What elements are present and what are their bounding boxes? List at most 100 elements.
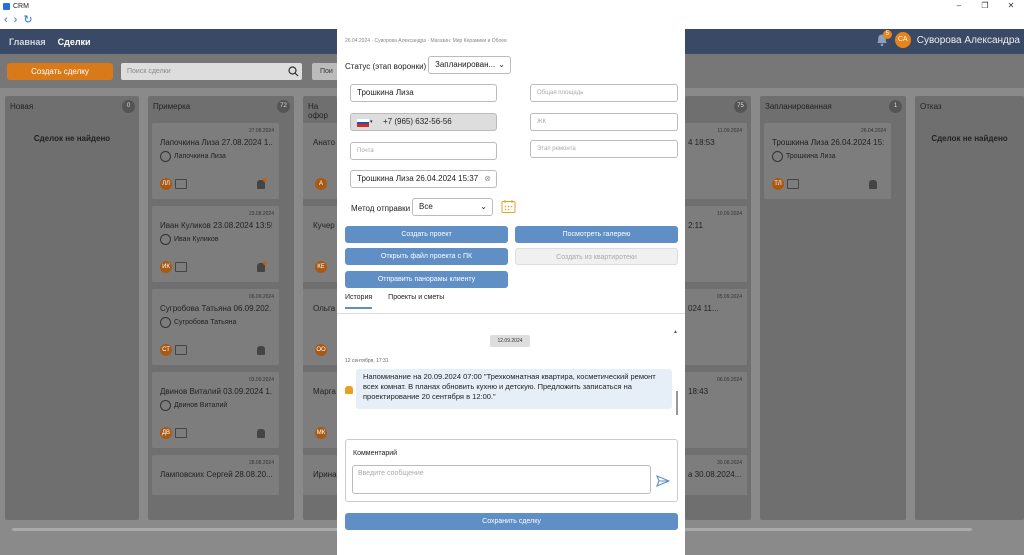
user-name[interactable]: Суворова Александра <box>917 35 1020 46</box>
card-title: 024 11... <box>688 304 719 313</box>
card-title: Марга <box>313 387 336 396</box>
deal-card[interactable]: 05.09.2024 024 11... <box>685 289 747 365</box>
nav-deals[interactable]: Сделки <box>58 37 91 47</box>
deal-card[interactable]: 11.09.2024 4 18:53 <box>685 123 747 199</box>
deal-card[interactable]: Кучер КЕ <box>303 206 337 282</box>
tab-history[interactable]: История <box>345 294 373 309</box>
phone-field[interactable]: ▾ +7 (965) 632-56-56 <box>350 113 497 131</box>
card-title: Лапочкина Лиза 27.08.2024 1... <box>160 138 272 147</box>
comment-input[interactable]: Введите сообщение <box>352 465 651 494</box>
search-input[interactable]: Поиск сделки <box>121 63 302 80</box>
column-title: Отказ <box>920 102 942 111</box>
repair-stage-field[interactable]: Этап ремонта <box>530 140 678 158</box>
complex-field[interactable]: ЖК <box>530 113 678 131</box>
card-avatar: А <box>315 178 327 190</box>
person-icon <box>160 151 171 162</box>
calendar-icon[interactable] <box>501 199 516 214</box>
deal-card[interactable]: 06.09.2024 18:43 <box>685 372 747 448</box>
phone-value: +7 (965) 632-56-56 <box>383 117 452 126</box>
person-icon <box>160 317 171 328</box>
send-icon[interactable] <box>656 474 670 488</box>
message-timestamp: 12 сентября, 17:31 <box>345 358 389 364</box>
deal-card[interactable]: 27.08.2024 Лапочкина Лиза 27.08.2024 1..… <box>152 123 279 199</box>
create-project-button[interactable]: Создать проект <box>345 226 508 243</box>
notifications-bell-icon[interactable]: 5 <box>875 30 892 47</box>
window-controls: – ❐ ✕ <box>946 0 1024 12</box>
deal-card[interactable]: 28.08.2024 Ламповских Сергей 28.08.20... <box>152 455 279 495</box>
card-date: 26.04.2024 <box>860 128 886 134</box>
card-date: 10.09.2024 <box>716 211 742 217</box>
person-icon <box>772 151 783 162</box>
deal-card[interactable]: Анато А <box>303 123 337 199</box>
deal-card[interactable]: 30.08.2024 а 30.08.2024... <box>685 455 747 495</box>
send-method-select[interactable]: Все ⌄ <box>412 198 493 216</box>
chat-icon[interactable] <box>175 262 187 272</box>
tab-projects[interactable]: Проекты и сметы <box>388 294 444 309</box>
notifications-count: 5 <box>882 30 892 39</box>
nav-home[interactable]: Главная <box>9 37 46 47</box>
bell-icon[interactable] <box>257 429 265 438</box>
app-icon <box>3 2 10 10</box>
chat-icon[interactable] <box>175 179 187 189</box>
bell-icon[interactable] <box>257 261 267 272</box>
deal-card[interactable]: 06.09.2024 Сугробова Татьяна 06.09.202..… <box>152 289 279 365</box>
search-icon[interactable] <box>288 66 299 77</box>
window-title: CRM <box>13 2 29 10</box>
card-title: Анато <box>313 138 336 147</box>
deal-card[interactable]: Ольга ОО <box>303 289 337 365</box>
user-avatar[interactable]: СА <box>894 32 911 48</box>
deal-card[interactable]: Ирина <box>303 455 337 495</box>
bell-icon[interactable] <box>257 346 265 355</box>
save-deal-button[interactable]: Сохранить сделку <box>345 513 678 530</box>
email-field[interactable]: Почта <box>350 142 497 160</box>
card-date: 11.09.2024 <box>717 128 742 134</box>
area-field[interactable]: Общая площадь <box>530 84 678 102</box>
deal-card[interactable]: Марга МК <box>303 372 337 448</box>
reminder-bell-icon <box>345 386 353 394</box>
card-person: Сугробова Татьяна <box>160 317 236 328</box>
search-button[interactable]: Пои <box>312 63 338 80</box>
card-title: а 30.08.2024... <box>688 470 742 479</box>
view-gallery-button[interactable]: Посмотреть галерею <box>515 226 678 243</box>
card-title: 4 18:53 <box>688 138 715 147</box>
bell-icon[interactable] <box>257 178 267 189</box>
card-date: 05.09.2024 <box>716 294 742 300</box>
create-deal-button[interactable]: Создать сделку <box>7 63 113 80</box>
clear-icon[interactable]: ⊗ <box>484 171 491 187</box>
column-count: 1 <box>889 100 902 113</box>
bell-icon[interactable] <box>869 180 877 189</box>
deal-card[interactable]: 03.09.2024 Двинов Виталий 03.09.2024 1..… <box>152 372 279 448</box>
card-date: 23.08.2024 <box>248 211 274 217</box>
column-fitting: Примерка 72 27.08.2024 Лапочкина Лиза 27… <box>148 96 294 520</box>
card-title: Ольга <box>313 304 336 313</box>
modal-tabs: История Проекты и сметы <box>345 294 444 309</box>
column-title: Примерка <box>153 102 191 111</box>
deal-card[interactable]: 26.04.2024 Трошкина Лиза 26.04.2024 15:.… <box>764 123 891 199</box>
chat-icon[interactable] <box>175 428 187 438</box>
restore-icon[interactable]: ❐ <box>972 0 998 12</box>
minimize-icon[interactable]: – <box>946 0 972 12</box>
person-name: Двинов Виталий <box>174 402 228 409</box>
deal-card[interactable]: 10.09.2024 2:11 <box>685 206 747 282</box>
send-method-value: Все <box>419 202 433 211</box>
chat-icon[interactable] <box>787 179 799 189</box>
deal-name-field[interactable]: Трошкина Лиза 26.04.2024 15:37 ⊗ <box>350 170 497 188</box>
deal-card[interactable]: 23.08.2024 Иван Куликов 23.08.2024 13:55… <box>152 206 279 282</box>
open-pc-file-button[interactable]: Открыть файл проекта с ПК <box>345 248 508 265</box>
close-icon[interactable]: ✕ <box>998 0 1024 12</box>
scroll-up-icon[interactable]: ▲ <box>673 329 678 335</box>
chat-icon[interactable] <box>175 345 187 355</box>
reload-icon[interactable]: ↻ <box>23 15 32 26</box>
card-person: Двинов Виталий <box>160 400 227 411</box>
history-scrollbar[interactable] <box>676 391 678 415</box>
status-select[interactable]: Запланирован... ⌄ <box>428 56 511 74</box>
card-title: Иван Куликов 23.08.2024 13:55 <box>160 221 272 230</box>
back-icon[interactable]: ‹ <box>4 15 8 26</box>
forward-icon[interactable]: › <box>14 15 18 26</box>
ru-flag-icon[interactable] <box>357 119 369 127</box>
history-date-chip: 12.09.2024 <box>490 335 530 347</box>
create-from-catalog-button[interactable]: Создать из квартиротеки <box>515 248 678 265</box>
send-panoramas-button[interactable]: Отправить панорамы клиенту <box>345 271 508 288</box>
card-title: Двинов Виталий 03.09.2024 1... <box>160 387 272 396</box>
client-name-field[interactable]: Трошкина Лиза <box>350 84 497 102</box>
